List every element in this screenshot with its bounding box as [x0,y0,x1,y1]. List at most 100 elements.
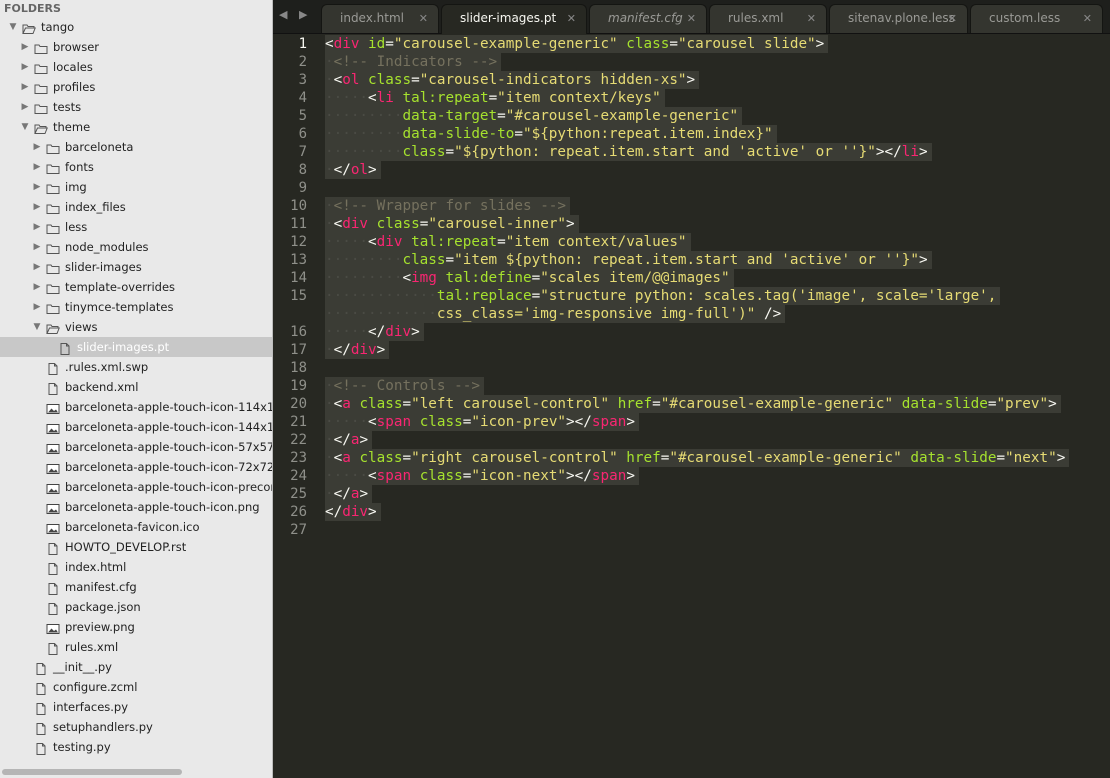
tab-rules-xml[interactable]: rules.xml ✕ [709,4,827,33]
code-line[interactable]: ·<div class="carousel-inner"> [325,215,579,233]
tree-file[interactable]: barceloneta-favicon.ico [0,517,272,537]
tree-file[interactable]: backend.xml [0,377,272,397]
tab-custom-less[interactable]: custom.less ✕ [970,4,1103,33]
code-line[interactable]: ·········class="item ${python: repeat.it… [325,251,932,269]
code-line[interactable]: ·<!-- Wrapper for slides --> [325,197,571,215]
code-line[interactable]: ·</a> [325,485,373,503]
close-icon[interactable]: ✕ [948,5,957,32]
disclosure-closed-icon[interactable]: ▶ [32,237,42,257]
tab-manifest-cfg[interactable]: manifest.cfg ✕ [589,4,707,33]
disclosure-closed-icon[interactable]: ▶ [32,197,42,217]
tree-file[interactable]: barceloneta-apple-touch-icon-144x144 [0,417,272,437]
tree-file[interactable]: rules.xml [0,637,272,657]
tree-file[interactable]: setuphandlers.py [0,717,272,737]
code-line[interactable]: </div> [325,503,381,521]
disclosure-closed-icon[interactable]: ▶ [20,57,30,77]
tree-file[interactable]: slider-images.pt [0,337,272,357]
tree-file[interactable]: HOWTO_DEVELOP.rst [0,537,272,557]
code-line[interactable]: ·········class="${python: repeat.item.st… [325,143,932,161]
code-line[interactable]: ·····<div tal:repeat="item context/value… [325,233,691,251]
tree-folder[interactable]: ▶ index_files [0,197,272,217]
tree-folder[interactable]: ▶ locales [0,57,272,77]
code-line[interactable]: ·</div> [325,341,390,359]
tree-item-label: template-overrides [65,280,176,294]
code-line[interactable]: ·<a class="left carousel-control" href="… [325,395,1061,413]
close-icon[interactable]: ✕ [807,5,816,32]
code-line[interactable]: ·····</div> [325,323,424,341]
tree-folder[interactable]: ▶ tinymce-templates [0,297,272,317]
code-line[interactable]: ·</ol> [325,161,381,179]
tab-index-html[interactable]: index.html ✕ [321,4,439,33]
tree-file[interactable]: testing.py [0,737,272,757]
code-line[interactable] [325,359,329,377]
code-line[interactable]: ·········<img tal:define="scales item/@@… [325,269,734,287]
tree-file[interactable]: barceloneta-apple-touch-icon-57x57-p [0,437,272,457]
code-line[interactable]: <div id="carousel-example-generic" class… [325,35,829,53]
tree-folder[interactable]: ▶ browser [0,37,272,57]
disclosure-closed-icon[interactable]: ▶ [32,177,42,197]
close-icon[interactable]: ✕ [567,5,576,32]
tree-folder[interactable]: ▶ less [0,217,272,237]
tree-file[interactable]: barceloneta-apple-touch-icon-114x114 [0,397,272,417]
whitespace-marker: ········· [325,252,403,268]
disclosure-closed-icon[interactable]: ▶ [20,77,30,97]
code-line[interactable]: ·<ol class="carousel-indicators hidden-x… [325,71,700,89]
tree-file[interactable]: preview.png [0,617,272,637]
tree-file[interactable]: index.html [0,557,272,577]
tree-file[interactable]: barceloneta-apple-touch-icon-72x72-pr [0,457,272,477]
tree-folder[interactable]: ▼ tango [0,17,272,37]
disclosure-closed-icon[interactable]: ▶ [32,257,42,277]
disclosure-closed-icon[interactable]: ▶ [20,37,30,57]
disclosure-open-icon[interactable]: ▼ [32,317,42,337]
code-line[interactable]: ·············css_class='img-responsive i… [325,305,786,323]
tree-file[interactable]: interfaces.py [0,697,272,717]
sidebar-scrollbar[interactable] [0,768,272,776]
code-line[interactable]: ·········data-slide-to="${python:repeat.… [325,125,777,143]
disclosure-closed-icon[interactable]: ▶ [32,277,42,297]
scrollbar-thumb[interactable] [2,769,182,775]
tree-folder[interactable]: ▶ profiles [0,77,272,97]
disclosure-open-icon[interactable]: ▼ [8,17,18,37]
tree-folder[interactable]: ▶ barceloneta [0,137,272,157]
code-line[interactable] [325,521,329,539]
code-line[interactable]: ·</a> [325,431,373,449]
code-line[interactable]: ·<a class="right carousel-control" href=… [325,449,1070,467]
disclosure-closed-icon[interactable]: ▶ [32,157,42,177]
tree-folder[interactable]: ▶ slider-images [0,257,272,277]
close-icon[interactable]: ✕ [687,5,696,32]
tab-nav-arrows[interactable]: ◀ ▶ [279,8,311,21]
tree-file[interactable]: configure.zcml [0,677,272,697]
code-editor[interactable]: 1 2 3 4 5 6 7 8 9 10 11 12 13 14 15 16 17 18 19 20 21 22 23 24 2… [273,34,1110,778]
tree-folder[interactable]: ▶ img [0,177,272,197]
tree-folder[interactable]: ▶ tests [0,97,272,117]
code-line[interactable]: ·········data-target="#carousel-example-… [325,107,743,125]
disclosure-closed-icon[interactable]: ▶ [32,137,42,157]
code-line[interactable]: ·····<li tal:repeat="item context/keys" [325,89,665,107]
disclosure-closed-icon[interactable]: ▶ [32,297,42,317]
tree-folder[interactable]: ▶ template-overrides [0,277,272,297]
tree-file[interactable]: __init__.py [0,657,272,677]
code-token: < [333,396,343,412]
disclosure-closed-icon[interactable]: ▶ [32,217,42,237]
code-line[interactable]: ·····<span class="icon-next"></span> [325,467,639,485]
disclosure-closed-icon[interactable]: ▶ [20,97,30,117]
tree-file[interactable]: .rules.xml.swp [0,357,272,377]
tree-file[interactable]: manifest.cfg [0,577,272,597]
code-line[interactable]: ·<!-- Indicators --> [325,53,502,71]
close-icon[interactable]: ✕ [419,5,428,32]
tree-folder[interactable]: ▶ node_modules [0,237,272,257]
disclosure-open-icon[interactable]: ▼ [20,117,30,137]
close-icon[interactable]: ✕ [1083,5,1092,32]
code-line[interactable] [325,179,329,197]
tree-folder[interactable]: ▼ views [0,317,272,337]
tree-folder[interactable]: ▶ fonts [0,157,272,177]
code-line[interactable]: ·····<span class="icon-prev"></span> [325,413,639,431]
tree-folder[interactable]: ▼ theme [0,117,272,137]
tab-slider-images-pt[interactable]: slider-images.pt ✕ [441,4,587,34]
tree-file[interactable]: barceloneta-apple-touch-icon.png [0,497,272,517]
code-line[interactable]: ·<!-- Controls --> [325,377,484,395]
code-line[interactable]: ·············tal:replace="structure pyth… [325,287,1001,305]
tree-file[interactable]: barceloneta-apple-touch-icon-precom [0,477,272,497]
tree-file[interactable]: package.json [0,597,272,617]
tab-sitenav-plone-less[interactable]: sitenav.plone.less ✕ [829,4,968,33]
